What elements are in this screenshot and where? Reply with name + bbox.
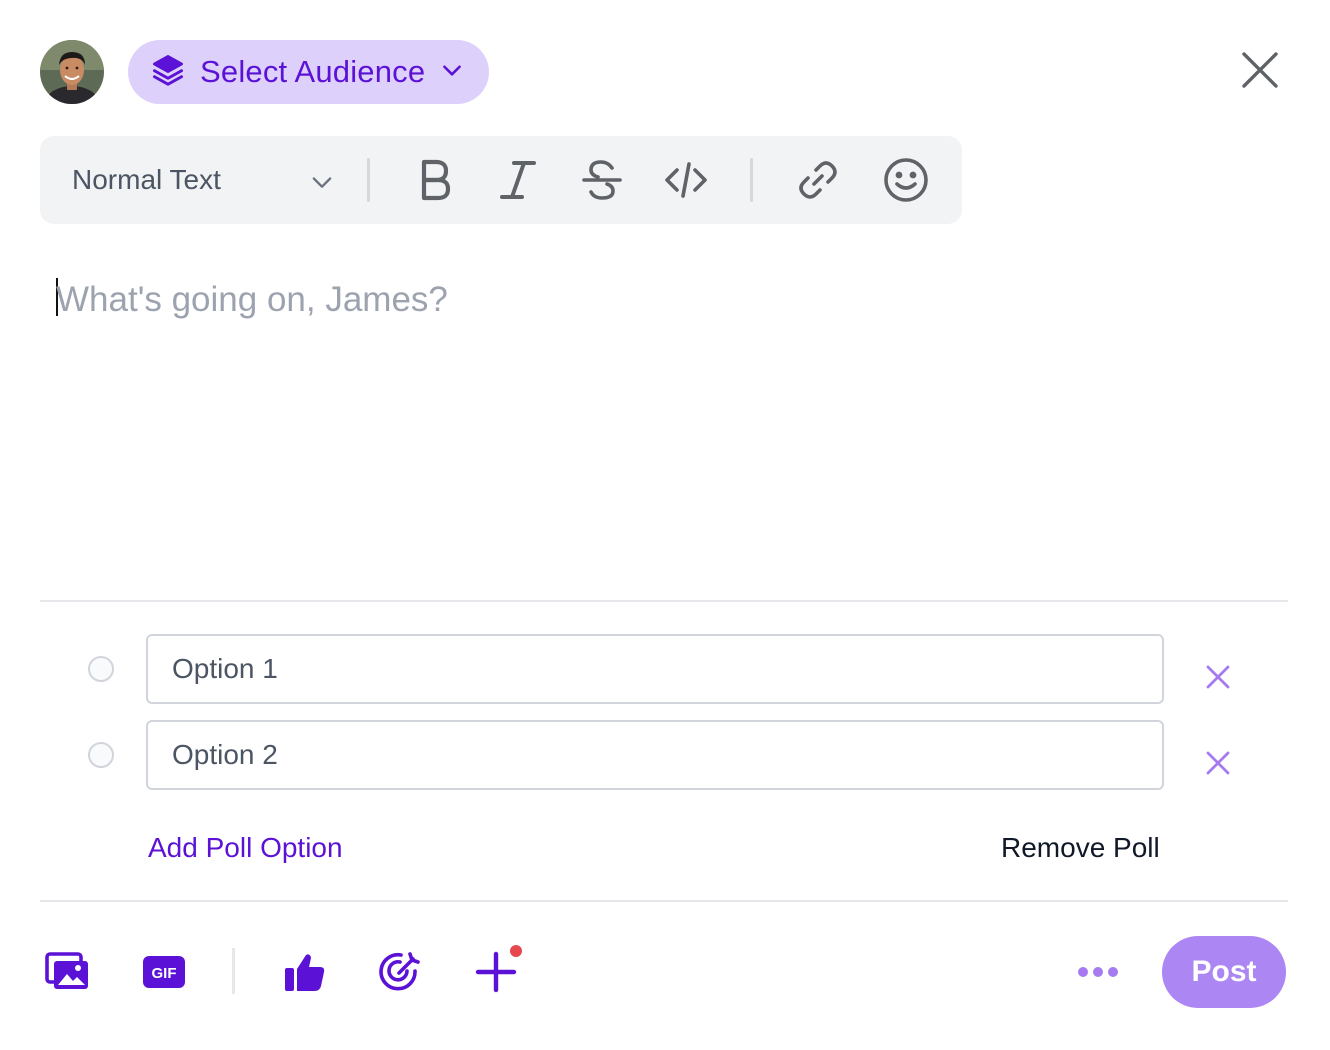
gif-icon[interactable]: GIF <box>140 948 188 996</box>
poll-option-row <box>0 634 1330 704</box>
post-button[interactable]: Post <box>1162 936 1286 1008</box>
post-editor[interactable]: What's going on, James? <box>56 276 1276 576</box>
editor-placeholder: What's going on, James? <box>56 280 448 319</box>
chevron-down-icon <box>439 57 465 88</box>
composer-header: Select Audience <box>40 40 490 104</box>
avatar-image <box>40 40 104 104</box>
divider <box>40 600 1288 602</box>
layers-icon <box>150 52 186 93</box>
poll-option-radio[interactable] <box>88 742 114 768</box>
toolbar-divider <box>750 158 753 202</box>
link-icon[interactable] <box>794 156 842 204</box>
poll-option-radio[interactable] <box>88 656 114 682</box>
svg-text:GIF: GIF <box>152 965 177 982</box>
footer-divider <box>232 948 235 994</box>
poll-option-row <box>0 720 1330 790</box>
select-audience-label: Select Audience <box>200 54 426 89</box>
add-poll-option-link[interactable]: Add Poll Option <box>148 832 343 864</box>
chevron-down-icon <box>308 168 336 201</box>
avatar[interactable] <box>40 40 104 104</box>
poll-option-input[interactable] <box>146 634 1164 704</box>
bold-icon[interactable] <box>410 156 458 204</box>
notification-dot <box>508 943 524 959</box>
divider <box>40 900 1288 902</box>
target-icon[interactable] <box>376 948 424 996</box>
text-style-label: Normal Text <box>72 164 221 195</box>
remove-option-icon[interactable] <box>1202 747 1234 779</box>
code-icon[interactable] <box>662 156 710 204</box>
gallery-icon[interactable] <box>44 948 92 996</box>
text-style-select[interactable]: Normal Text <box>40 136 340 224</box>
close-icon[interactable] <box>1236 46 1284 94</box>
emoji-icon[interactable] <box>882 156 930 204</box>
toolbar-divider <box>367 158 370 202</box>
more-dots-icon[interactable] <box>1074 948 1122 996</box>
italic-icon[interactable] <box>494 156 542 204</box>
poll-option-input[interactable] <box>146 720 1164 790</box>
remove-poll-button[interactable]: Remove Poll <box>1001 832 1160 864</box>
remove-option-icon[interactable] <box>1202 661 1234 693</box>
strikethrough-icon[interactable] <box>578 156 626 204</box>
select-audience-button[interactable]: Select Audience <box>128 40 490 104</box>
thumbs-up-icon[interactable] <box>280 948 328 996</box>
